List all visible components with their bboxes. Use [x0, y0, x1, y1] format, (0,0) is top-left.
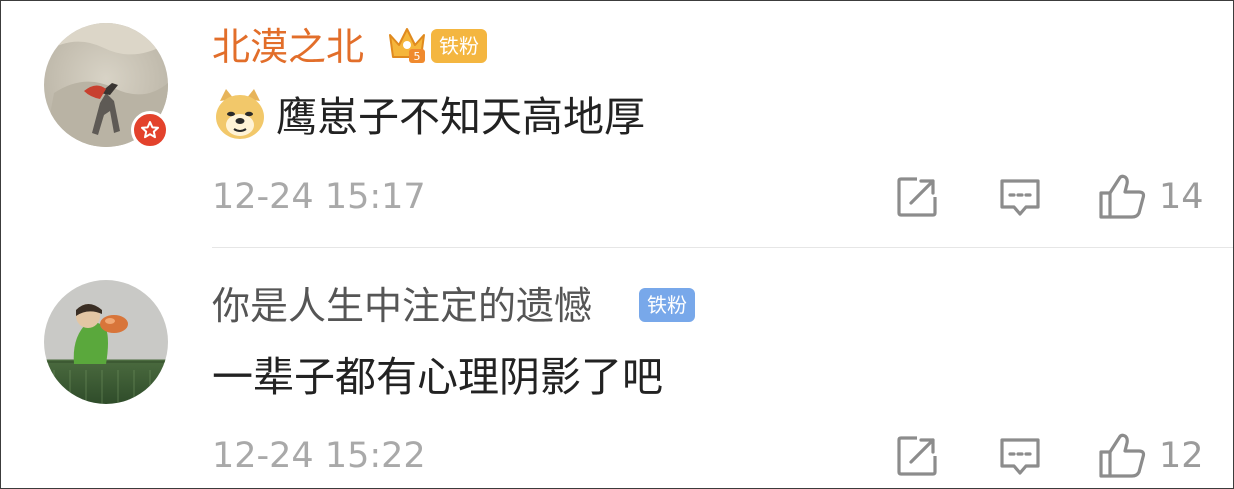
avatar[interactable] [44, 280, 168, 404]
verified-badge-icon [131, 111, 169, 149]
doge-emoji-icon [212, 87, 268, 155]
comment-text: 鹰崽子不知天高地厚 [212, 89, 645, 143]
reply-button[interactable] [996, 173, 1044, 225]
like-icon [1099, 433, 1146, 478]
share-icon [897, 177, 937, 217]
comment-item: 北漠之北 5 铁粉 鹰崽子不知天高地厚 12-24 15:17 14 [1, 1, 1233, 247]
reply-icon [1000, 438, 1040, 475]
share-button[interactable] [893, 173, 941, 225]
like-button[interactable] [1097, 432, 1149, 484]
reply-button[interactable] [996, 432, 1044, 484]
like-button[interactable] [1097, 173, 1149, 225]
crown-vip-icon: 5 [387, 25, 433, 69]
like-count: 14 [1159, 177, 1204, 217]
comment-item: 你是人生中注定的遗憾 铁粉 一辈子都有心理阴影了吧 12-24 15:22 12 [1, 248, 1233, 488]
like-count: 12 [1159, 436, 1204, 476]
share-button[interactable] [893, 432, 941, 484]
timestamp: 12-24 15:17 [212, 177, 426, 217]
timestamp: 12-24 15:22 [212, 436, 426, 476]
reply-icon [1000, 179, 1040, 216]
like-icon [1099, 174, 1146, 219]
share-icon [897, 436, 937, 476]
comment-text: 一辈子都有心理阴影了吧 [212, 353, 663, 401]
fan-badge: 铁粉 [639, 288, 695, 322]
username[interactable]: 北漠之北 [212, 23, 364, 71]
svg-text:5: 5 [414, 50, 421, 63]
username[interactable]: 你是人生中注定的遗憾 [212, 282, 592, 330]
comment-text-content: 鹰崽子不知天高地厚 [276, 93, 645, 141]
comment-list: 北漠之北 5 铁粉 鹰崽子不知天高地厚 12-24 15:17 14 你是人生中… [0, 0, 1234, 489]
fan-badge: 铁粉 [431, 29, 487, 63]
